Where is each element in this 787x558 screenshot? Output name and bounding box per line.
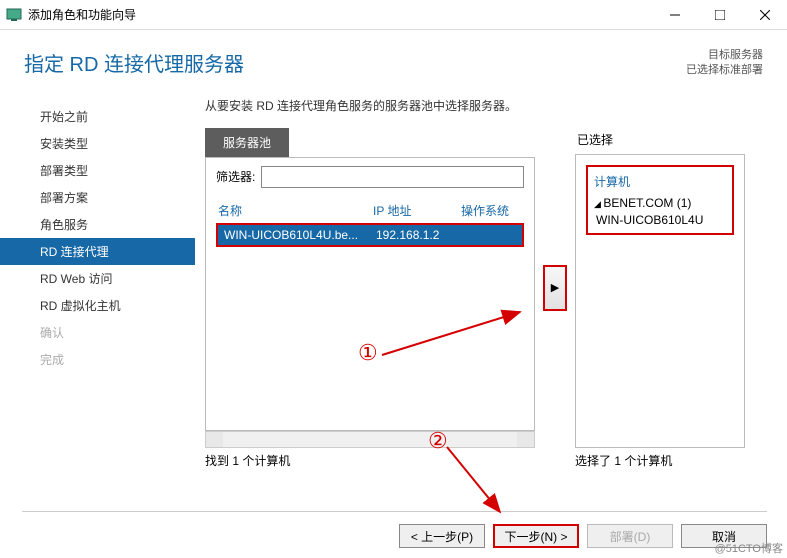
sidebar-item-confirm: 确认 <box>0 319 195 346</box>
maximize-button[interactable] <box>697 0 742 29</box>
instruction-text: 从要安装 RD 连接代理角色服务的服务器池中选择服务器。 <box>205 97 763 114</box>
close-button[interactable] <box>742 0 787 29</box>
sidebar-item-deploy-scenario[interactable]: 部署方案 <box>0 184 195 211</box>
filter-input[interactable] <box>261 166 524 188</box>
titlebar: 添加角色和功能向导 <box>0 0 787 30</box>
arrow-right-icon: ▶ <box>551 281 559 294</box>
server-pool-tab[interactable]: 服务器池 <box>205 128 289 157</box>
column-headers: 名称 IP 地址 操作系统 <box>216 198 524 223</box>
sidebar-item-rd-web-access[interactable]: RD Web 访问 <box>0 265 195 292</box>
server-pool-pane: 服务器池 筛选器: 名称 IP 地址 操作系统 WIN-UICOB610L4U.… <box>205 128 535 448</box>
selected-label: 已选择 <box>575 131 745 148</box>
status-selected: 选择了 1 个计算机 <box>575 452 672 469</box>
filter-label: 筛选器: <box>216 168 255 185</box>
sidebar-item-deploy-type[interactable]: 部署类型 <box>0 157 195 184</box>
row-ip: 192.168.1.2 <box>376 228 464 242</box>
previous-button[interactable]: < 上一步(P) <box>399 524 485 548</box>
server-manager-icon <box>6 7 22 23</box>
next-button[interactable]: 下一步(N) > <box>493 524 579 548</box>
server-row-selected[interactable]: WIN-UICOB610L4U.be... 192.168.1.2 <box>216 223 524 247</box>
col-os[interactable]: 操作系统 <box>461 202 522 219</box>
wizard-buttons: < 上一步(P) 下一步(N) > 部署(D) 取消 <box>22 511 767 548</box>
selected-pane: 已选择 计算机 BENET.COM (1) WIN-UICOB610L4U <box>575 128 745 448</box>
minimize-button[interactable] <box>652 0 697 29</box>
selected-tree-highlight: 计算机 BENET.COM (1) WIN-UICOB610L4U <box>586 165 734 235</box>
deploy-button: 部署(D) <box>587 524 673 548</box>
page-title: 指定 RD 连接代理服务器 <box>24 48 686 79</box>
watermark: @51CTO博客 <box>715 540 783 556</box>
sidebar-item-rd-virtualization-host[interactable]: RD 虚拟化主机 <box>0 292 195 319</box>
tree-domain[interactable]: BENET.COM (1) <box>594 196 726 210</box>
target-value: 已选择标准部署 <box>686 63 763 78</box>
sidebar-item-rd-connection-broker[interactable]: RD 连接代理 <box>0 238 195 265</box>
tree-host[interactable]: WIN-UICOB610L4U <box>594 213 726 227</box>
target-info: 目标服务器 已选择标准部署 <box>686 48 763 79</box>
row-name: WIN-UICOB610L4U.be... <box>224 228 376 242</box>
sidebar-item-role-services[interactable]: 角色服务 <box>0 211 195 238</box>
sidebar-item-complete: 完成 <box>0 346 195 373</box>
status-found: 找到 1 个计算机 <box>205 452 575 469</box>
sidebar: 开始之前 安装类型 部署类型 部署方案 角色服务 RD 连接代理 RD Web … <box>0 97 195 479</box>
add-server-button[interactable]: ▶ <box>543 265 567 311</box>
sidebar-item-before-you-begin[interactable]: 开始之前 <box>0 103 195 130</box>
sidebar-item-install-type[interactable]: 安装类型 <box>0 130 195 157</box>
horizontal-scrollbar[interactable] <box>205 431 535 448</box>
col-name[interactable]: 名称 <box>218 202 373 219</box>
tree-computer-label: 计算机 <box>594 173 726 190</box>
window-title: 添加角色和功能向导 <box>28 6 652 23</box>
main-content: 从要安装 RD 连接代理角色服务的服务器池中选择服务器。 服务器池 筛选器: 名… <box>195 97 787 479</box>
target-label: 目标服务器 <box>686 48 763 63</box>
col-ip[interactable]: IP 地址 <box>373 202 461 219</box>
